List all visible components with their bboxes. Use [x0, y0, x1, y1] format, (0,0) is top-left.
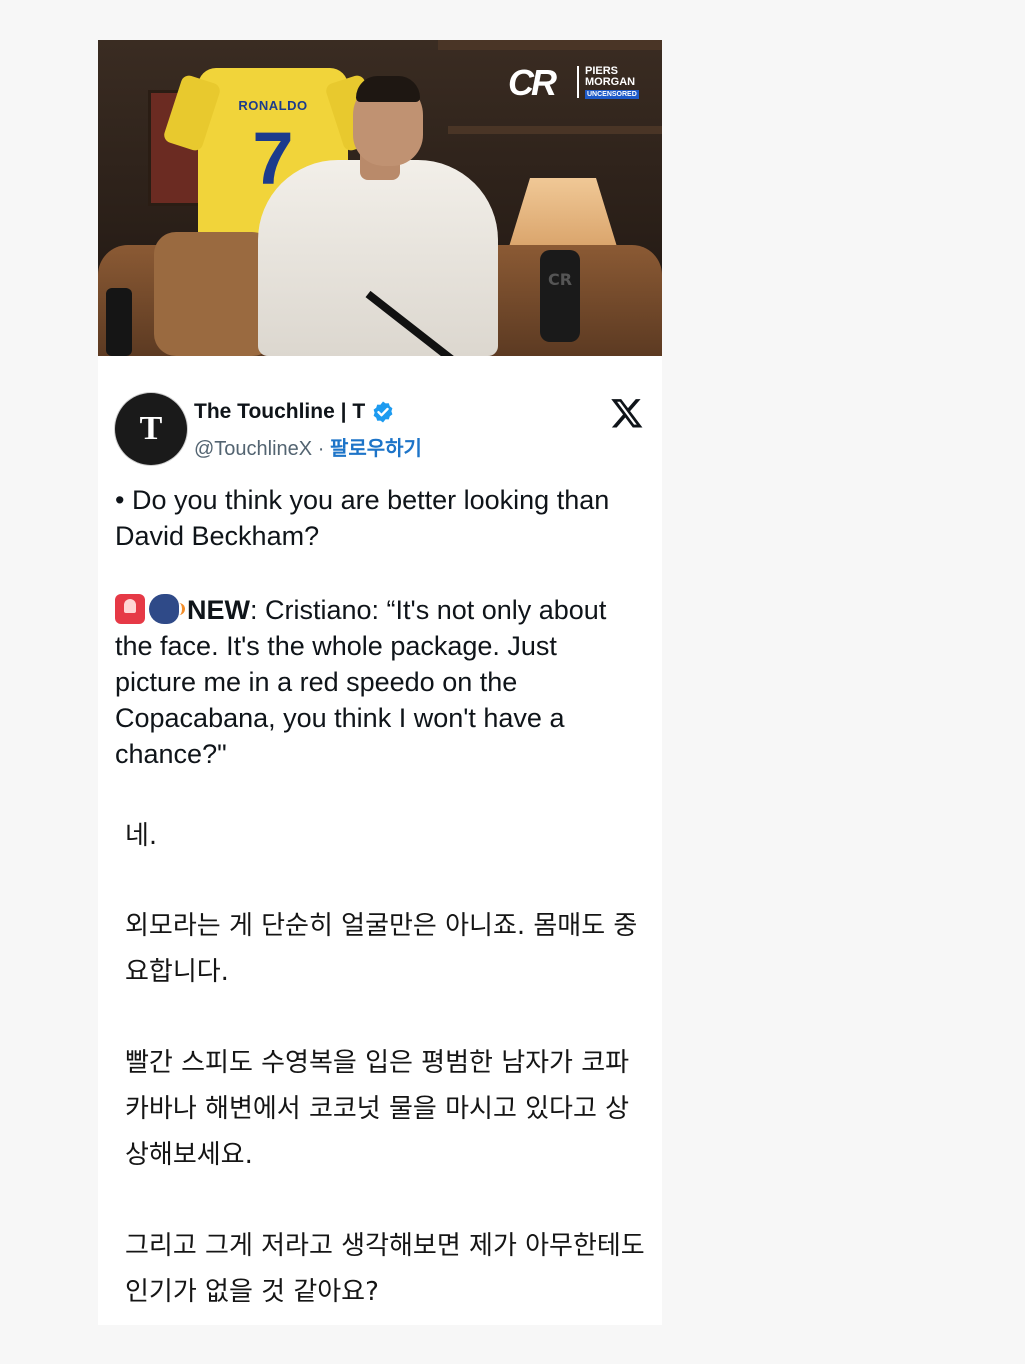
siren-emoji-icon [115, 594, 145, 624]
separator: · [312, 438, 330, 460]
post-card: RONALDO 7 CR CR PIERS MORGAN UNCENSORED … [98, 40, 662, 1325]
handle[interactable]: @TouchlineX [194, 438, 312, 460]
jersey-name: RONALDO [238, 98, 308, 113]
channel-logo: CR [508, 62, 557, 103]
translation-paragraph-3: 빨간 스피도 수영복을 입은 평범한 남자가 코파카바나 해변에서 코코넛 물을… [125, 1048, 630, 1170]
follow-button[interactable]: 팔로우하기 [330, 438, 422, 460]
speaking-head-emoji-icon [149, 594, 185, 624]
translation-paragraph-1: 네. [125, 821, 158, 851]
avatar[interactable]: T [115, 393, 187, 465]
avatar-letter: T [139, 410, 163, 447]
shelf [448, 126, 662, 134]
person-hair [356, 76, 420, 102]
new-label: NEW [187, 595, 250, 625]
show-logo: PIERS MORGAN UNCENSORED [585, 66, 639, 99]
video-thumbnail[interactable]: RONALDO 7 CR CR PIERS MORGAN UNCENSORED [98, 40, 662, 356]
show-name-line2: MORGAN [585, 76, 636, 88]
shelf [438, 40, 662, 50]
verified-badge-icon [373, 401, 393, 423]
tweet-quote: NEW: Cristiano: “It's not only about the… [115, 592, 635, 772]
microphone-left [106, 288, 132, 356]
translation-paragraph-4: 그리고 그게 저라고 생각해보면 제가 아무한테도 인기가 없을 것 같아요? [125, 1231, 645, 1307]
show-badge: UNCENSORED [585, 90, 639, 99]
tweet-question: • Do you think you are better looking th… [115, 485, 617, 551]
translation-paragraph-2: 외모라는 게 단순히 얼굴만은 아니죠. 몸매도 중요합니다. [125, 911, 638, 987]
microphone: CR [540, 250, 580, 342]
handle-line: @TouchlineX · 팔로우하기 [194, 432, 422, 461]
lamp [508, 178, 618, 250]
display-name[interactable]: The Touchline | T [194, 400, 395, 424]
display-name-text: The Touchline | T [194, 400, 366, 423]
logo-divider [577, 66, 579, 98]
sofa-cushion [154, 232, 274, 356]
person-shirt [258, 160, 498, 356]
x-logo-icon[interactable] [610, 396, 644, 430]
